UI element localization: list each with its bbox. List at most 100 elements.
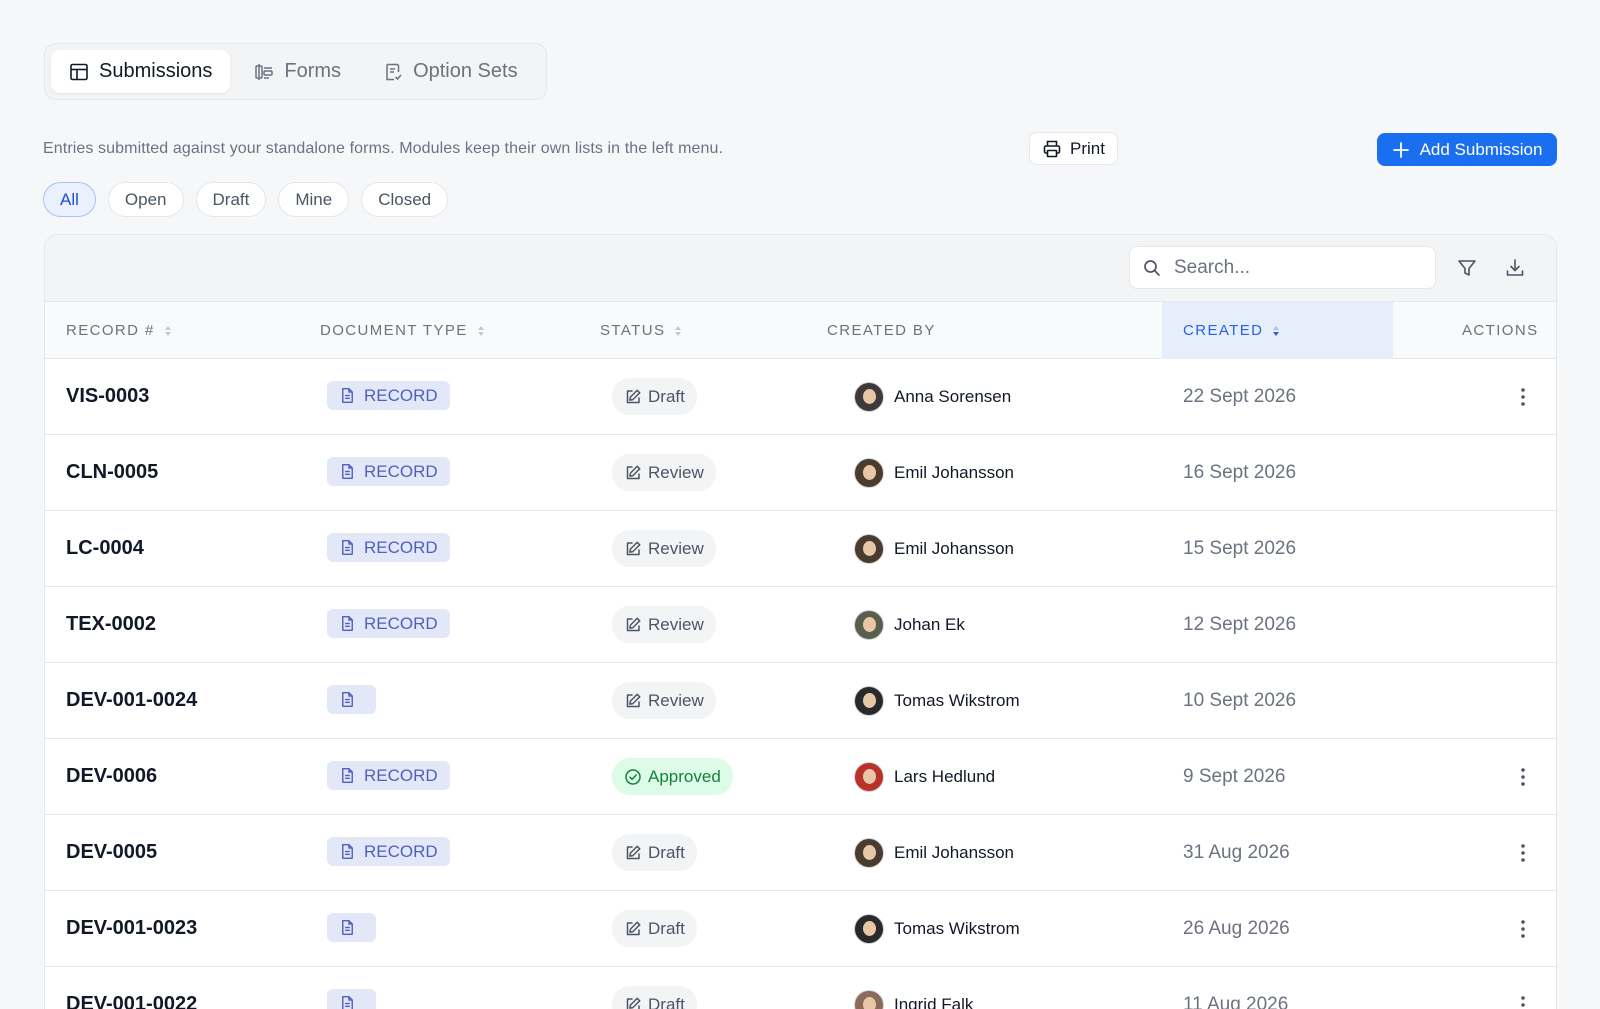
print-button[interactable]: Print <box>1029 132 1118 165</box>
avatar <box>854 457 884 488</box>
sort-icon <box>477 325 484 336</box>
table-row[interactable]: TEX-0002 RECORD Review Johan Ek 12 Sept … <box>45 587 1556 663</box>
download-icon[interactable] <box>1504 257 1526 279</box>
created-date: 10 Sept 2026 <box>1183 689 1297 711</box>
filter-mine[interactable]: Mine <box>278 182 350 217</box>
status-label: Review <box>648 614 704 634</box>
created-date: 15 Sept 2026 <box>1183 537 1297 559</box>
status-label: Draft <box>648 386 685 406</box>
tab-submissions[interactable]: Submissions <box>51 50 231 93</box>
column-status[interactable]: STATUS <box>600 302 682 359</box>
column-label: DOCUMENT TYPE <box>320 322 468 339</box>
document-type-label: RECORD <box>364 461 438 481</box>
tab-forms[interactable]: Forms <box>236 50 359 93</box>
document-type-badge <box>327 685 376 714</box>
avatar <box>854 837 884 868</box>
creator-name: Emil Johansson <box>894 538 1015 558</box>
filter-all[interactable]: All <box>43 182 96 217</box>
document-type-label: RECORD <box>364 841 438 861</box>
table-row[interactable]: DEV-001-0023 Draft Tomas Wikstrom 26 Aug… <box>45 891 1556 967</box>
status-badge: Review <box>612 530 716 567</box>
row-actions-menu-icon[interactable] <box>1513 766 1533 788</box>
table-row[interactable]: DEV-001-0022 Draft Ingrid Falk 11 Aug 20… <box>45 967 1556 1009</box>
edit-icon <box>624 388 642 406</box>
edit-icon <box>624 692 642 710</box>
filter-icon[interactable] <box>1456 257 1478 279</box>
created-date: 31 Aug 2026 <box>1183 841 1290 863</box>
table-row[interactable]: LC-0004 RECORD Review Emil Johansson 15 … <box>45 511 1556 587</box>
document-icon <box>342 463 353 480</box>
row-actions-menu-icon[interactable] <box>1513 994 1533 1009</box>
document-type-label: RECORD <box>364 765 438 785</box>
tab-label: Option Sets <box>413 60 518 82</box>
row-actions-menu-icon[interactable] <box>1513 386 1533 408</box>
table-row[interactable]: CLN-0005 RECORD Review Emil Johansson 16… <box>45 435 1556 511</box>
avatar <box>854 913 884 944</box>
status-label: Draft <box>648 994 685 1009</box>
filter-closed[interactable]: Closed <box>361 182 449 217</box>
record-number[interactable]: DEV-0006 <box>66 739 157 814</box>
record-number[interactable]: CLN-0005 <box>66 435 158 510</box>
add-submission-button[interactable]: Add Submission <box>1377 133 1557 166</box>
table-row[interactable]: DEV-0005 RECORD Draft Emil Johansson 31 … <box>45 815 1556 891</box>
document-type-badge: RECORD <box>327 533 450 562</box>
record-number[interactable]: DEV-001-0023 <box>66 891 197 966</box>
status-label: Draft <box>648 918 685 938</box>
table-header: RECORD # DOCUMENT TYPE STATUS CREATED BY… <box>45 302 1556 359</box>
status-badge: Review <box>612 606 716 643</box>
search-input[interactable] <box>1174 256 1414 279</box>
created-by: Johan Ek <box>854 587 965 662</box>
status-badge: Draft <box>612 910 697 947</box>
column-label: STATUS <box>600 322 666 339</box>
record-number[interactable]: DEV-0005 <box>66 815 157 890</box>
record-number[interactable]: DEV-001-0022 <box>66 967 197 1009</box>
document-type-badge: RECORD <box>327 457 450 486</box>
avatar <box>854 609 884 640</box>
print-label: Print <box>1070 138 1105 158</box>
column-created[interactable]: CREATED <box>1162 302 1393 359</box>
document-type-badge <box>327 989 376 1009</box>
created-by: Emil Johansson <box>854 435 1014 510</box>
created-date: 11 Aug 2026 <box>1183 993 1289 1009</box>
submissions-table: RECORD # DOCUMENT TYPE STATUS CREATED BY… <box>44 234 1557 1009</box>
table-row[interactable]: DEV-0006 RECORD Approved Lars Hedlund 9 … <box>45 739 1556 815</box>
row-actions-menu-icon[interactable] <box>1513 842 1533 864</box>
creator-name: Anna Sorensen <box>894 386 1012 406</box>
document-icon <box>342 843 353 860</box>
avatar <box>854 989 884 1009</box>
record-number[interactable]: DEV-001-0024 <box>66 663 197 738</box>
created-by: Lars Hedlund <box>854 739 995 814</box>
status-badge: Draft <box>612 986 697 1009</box>
avatar <box>854 533 884 564</box>
column-label: CREATED <box>1183 322 1264 339</box>
status-badge: Review <box>612 454 716 491</box>
filter-draft[interactable]: Draft <box>195 182 267 217</box>
filter-open[interactable]: Open <box>107 182 184 217</box>
record-number[interactable]: VIS-0003 <box>66 359 149 434</box>
form-icon <box>255 63 274 80</box>
column-label: CREATED BY <box>827 322 936 339</box>
created-by: Tomas Wikstrom <box>854 891 1020 966</box>
creator-name: Johan Ek <box>894 614 965 634</box>
record-number[interactable]: TEX-0002 <box>66 587 156 662</box>
table-row[interactable]: DEV-001-0024 Review Tomas Wikstrom 10 Se… <box>45 663 1556 739</box>
row-actions-menu-icon[interactable] <box>1513 918 1533 940</box>
column-record[interactable]: RECORD # <box>66 302 171 359</box>
created-by: Anna Sorensen <box>854 359 1011 434</box>
page-description: Entries submitted against your standalon… <box>43 140 724 157</box>
sort-icon <box>675 325 682 336</box>
avatar <box>854 381 884 412</box>
tab-option-sets[interactable]: Option Sets <box>365 50 536 93</box>
column-created-by: CREATED BY <box>827 302 936 359</box>
created-date: 26 Aug 2026 <box>1183 917 1290 939</box>
table-row[interactable]: VIS-0003 RECORD Draft Anna Sorensen 22 S… <box>45 359 1556 435</box>
created-by: Emil Johansson <box>854 815 1014 890</box>
document-icon <box>342 691 353 708</box>
edit-icon <box>624 616 642 634</box>
document-type-badge <box>327 913 376 942</box>
table-body: VIS-0003 RECORD Draft Anna Sorensen 22 S… <box>45 359 1556 1009</box>
column-label: ACTIONS <box>1462 322 1539 339</box>
column-document-type[interactable]: DOCUMENT TYPE <box>320 302 484 359</box>
record-number[interactable]: LC-0004 <box>66 511 144 586</box>
avatar <box>854 761 884 792</box>
